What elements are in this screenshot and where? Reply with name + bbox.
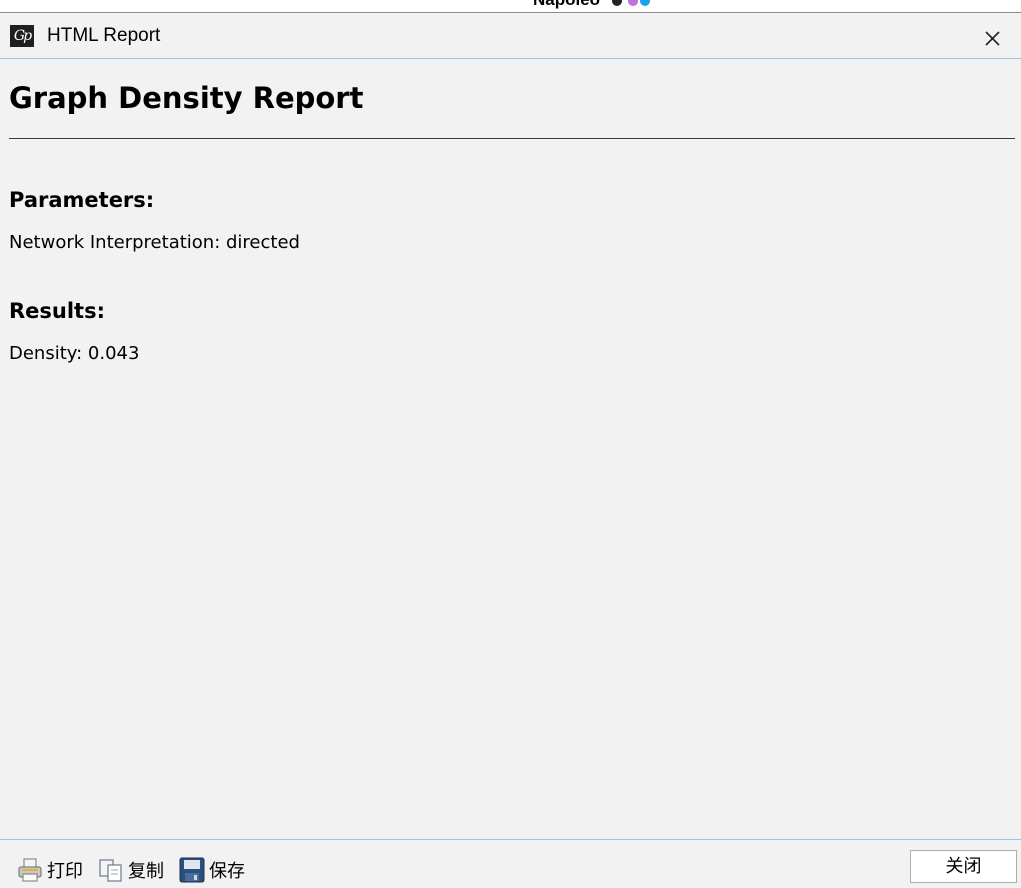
close-window-button[interactable] bbox=[980, 26, 1004, 50]
printer-icon bbox=[18, 858, 42, 882]
print-label: 打印 bbox=[47, 861, 83, 882]
save-button[interactable]: 保存 bbox=[179, 856, 245, 884]
title-bar[interactable]: Gp HTML Report bbox=[0, 13, 1021, 59]
parameters-heading: Parameters: bbox=[9, 188, 155, 212]
results-heading: Results: bbox=[9, 299, 105, 323]
copy-label: 复制 bbox=[128, 861, 164, 882]
bottom-toolbar: 打印 复制 保存 关闭 bbox=[0, 839, 1021, 888]
results-text: Density: 0.043 bbox=[9, 343, 140, 364]
save-label: 保存 bbox=[209, 861, 245, 882]
copy-icon bbox=[99, 859, 122, 882]
html-report-dialog: Gp HTML Report Graph Density Report Para… bbox=[0, 12, 1021, 887]
background-graph-node bbox=[640, 0, 650, 6]
background-graph-node bbox=[612, 0, 622, 6]
parameters-text: Network Interpretation: directed bbox=[9, 232, 300, 253]
close-icon bbox=[985, 31, 1000, 46]
close-button[interactable]: 关闭 bbox=[910, 850, 1017, 883]
print-button[interactable]: 打印 bbox=[17, 856, 83, 884]
copy-button[interactable]: 复制 bbox=[98, 856, 164, 884]
floppy-disk-icon bbox=[179, 857, 205, 883]
background-graph-label: Napoleo bbox=[533, 0, 600, 10]
report-content: Graph Density Report Parameters: Network… bbox=[9, 60, 1015, 840]
window-title: HTML Report bbox=[47, 25, 161, 46]
report-title: Graph Density Report bbox=[9, 81, 364, 115]
background-graph-window: Napoleo bbox=[0, 0, 1021, 12]
background-graph-node bbox=[628, 0, 638, 6]
gephi-logo-icon: Gp bbox=[10, 25, 34, 47]
title-divider bbox=[9, 138, 1015, 139]
